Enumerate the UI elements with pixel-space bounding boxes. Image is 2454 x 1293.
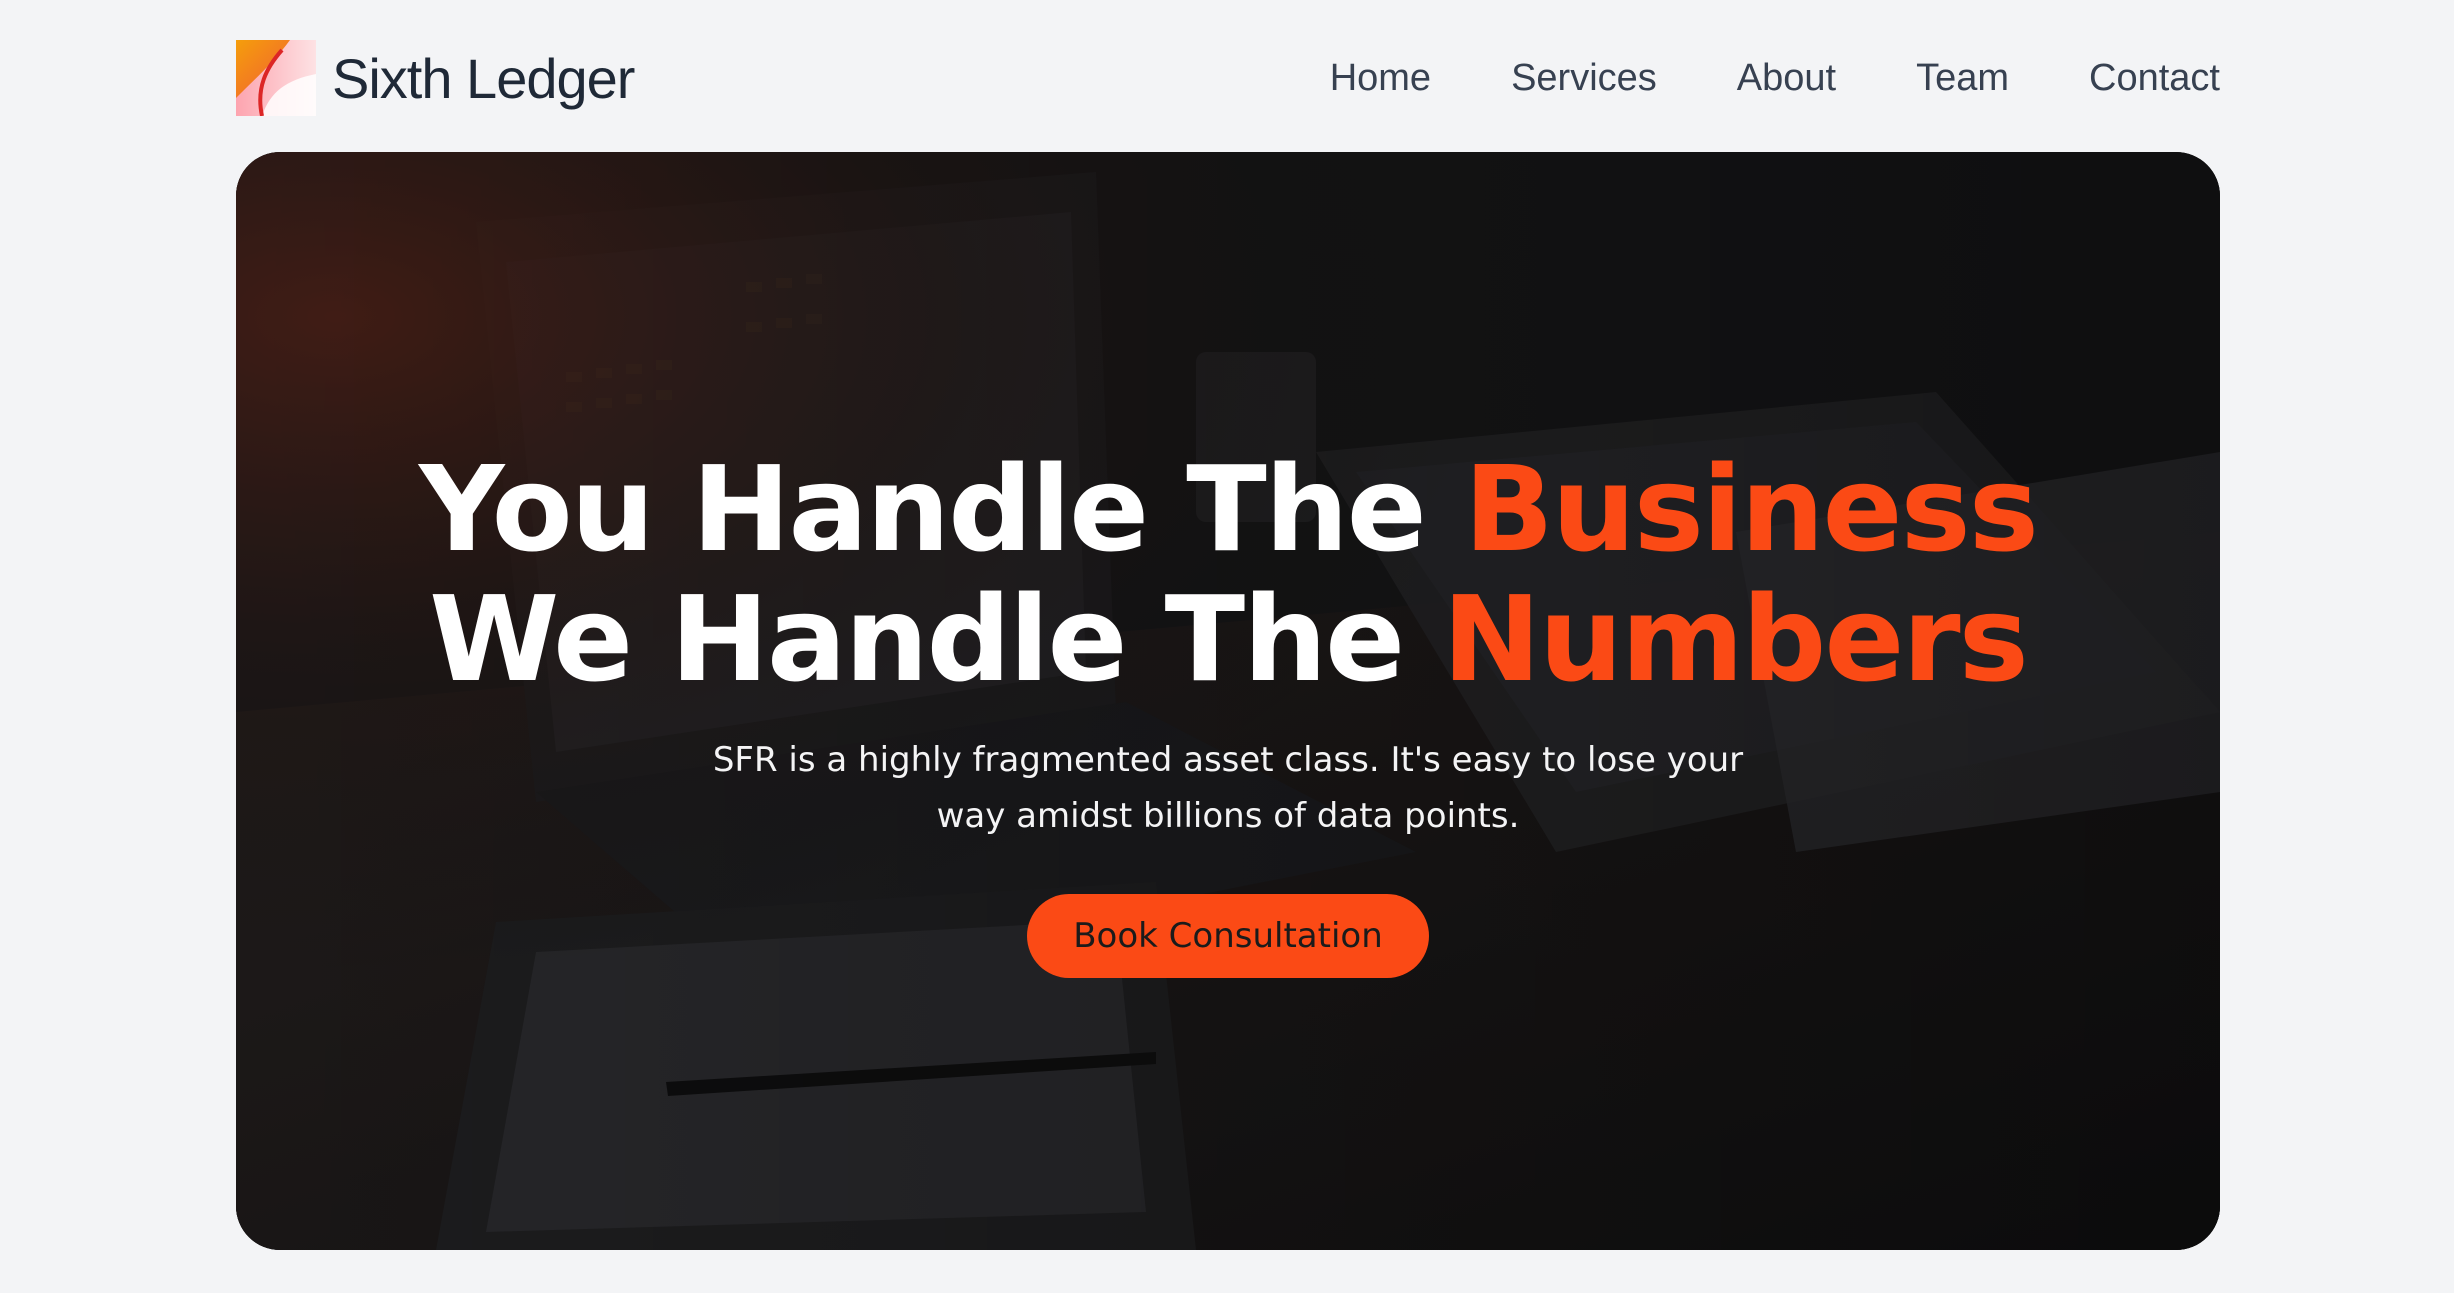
sixth-ledger-logo-icon xyxy=(236,40,316,116)
hero-line-1: You Handle The Business xyxy=(236,444,2220,574)
book-consultation-button[interactable]: Book Consultation xyxy=(1027,894,1429,978)
nav-home-link[interactable]: Home xyxy=(1330,57,1431,100)
main-nav: Home Services About Team Contact xyxy=(1330,57,2220,100)
hero-headline: You Handle The Business We Handle The Nu… xyxy=(236,444,2220,704)
hero-section: You Handle The Business We Handle The Nu… xyxy=(236,152,2220,1250)
hero-line-2: We Handle The Numbers xyxy=(236,574,2220,704)
hero-line-1-text: You Handle The xyxy=(419,440,1464,578)
hero-content: You Handle The Business We Handle The Nu… xyxy=(236,444,2220,978)
hero-subtitle: SFR is a highly fragmented asset class. … xyxy=(712,740,1744,836)
nav-about-link[interactable]: About xyxy=(1737,57,1836,100)
hero-line-2-accent: Numbers xyxy=(1442,570,2029,708)
hero-line-1-accent: Business xyxy=(1463,440,2039,578)
page: Sixth Ledger Home Services About Team Co… xyxy=(0,0,2454,1293)
brand-name: Sixth Ledger xyxy=(332,46,635,110)
navbar: Sixth Ledger Home Services About Team Co… xyxy=(236,36,2220,120)
hero-line-2-text: We Handle The xyxy=(429,570,1443,708)
nav-services-link[interactable]: Services xyxy=(1511,57,1657,100)
nav-contact-link[interactable]: Contact xyxy=(2089,57,2220,100)
brand-home-link[interactable]: Sixth Ledger xyxy=(236,40,635,116)
nav-team-link[interactable]: Team xyxy=(1916,57,2009,100)
